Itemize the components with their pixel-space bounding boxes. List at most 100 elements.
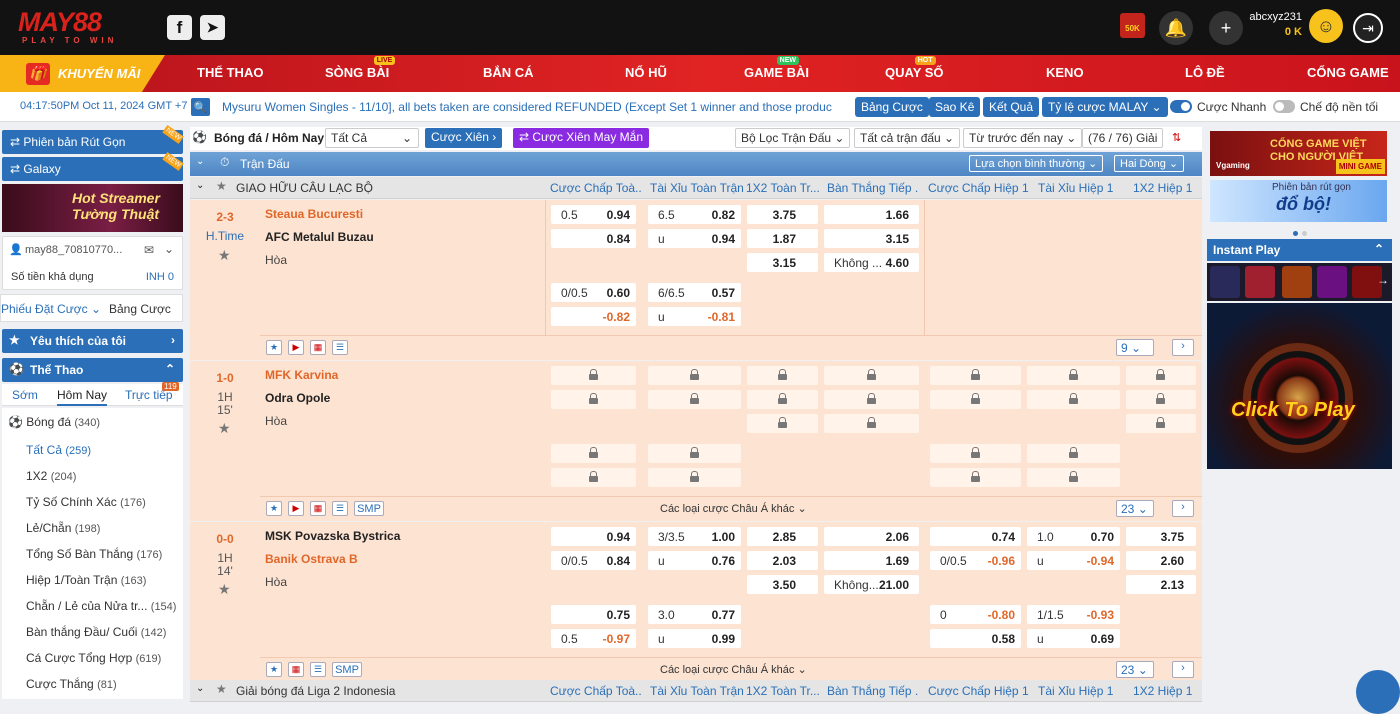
instant-play-header[interactable]: Instant Play ⌃ xyxy=(1207,239,1392,261)
nav-item-keno[interactable]: KENO xyxy=(1046,65,1084,80)
odds-cell[interactable]: 0.75 xyxy=(551,605,636,624)
star-icon[interactable]: ★ xyxy=(216,179,227,193)
odds-cell[interactable]: 0 -0.80 xyxy=(930,605,1021,624)
more-markets-select[interactable]: 23 ⌄ xyxy=(1116,500,1154,517)
list-item[interactable]: Tất Cả (259) xyxy=(26,443,91,457)
odds-cell[interactable]: u 0.94 xyxy=(648,229,741,248)
odds-cell[interactable]: 1.66 xyxy=(824,205,919,224)
carousel-dot[interactable] xyxy=(1302,231,1307,236)
sports-header[interactable]: ⚽ Thể Thao ⌃ xyxy=(2,358,183,382)
odds-cell[interactable]: Không ... 4.60 xyxy=(824,253,919,272)
galaxy-button[interactable]: ⇄ Galaxy NEW xyxy=(2,151,184,181)
game-thumb[interactable] xyxy=(1317,266,1347,298)
odds-type-select[interactable]: Tỷ lệ cược MALAY ⌄ xyxy=(1042,97,1168,117)
tab-early[interactable]: Sớm xyxy=(12,388,38,402)
lines-select[interactable]: Hai Dòng ⌄ xyxy=(1114,155,1185,172)
smp-button[interactable]: SMP xyxy=(354,501,384,516)
list-item[interactable]: Cá Cược Tổng Hợp (619) xyxy=(26,651,161,665)
play-icon[interactable]: ▶ xyxy=(288,340,304,355)
nav-promo[interactable]: 🎁 KHUYẾN MÃI xyxy=(0,55,165,92)
odds-cell[interactable]: 6/6.5 0.57 xyxy=(648,283,741,302)
bell-icon[interactable]: 🔔 xyxy=(1159,11,1193,45)
sort-icon[interactable]: ⇅ xyxy=(1172,131,1181,144)
stats-icon[interactable]: ☰ xyxy=(332,501,348,516)
odds-cell[interactable]: 2.03 xyxy=(747,551,818,570)
nav-item-game-bai[interactable]: GAME BÀI NEW xyxy=(744,56,809,80)
search-icon[interactable]: 🔍 xyxy=(191,98,210,116)
vgaming-banner[interactable]: Vgaming CỔNG GAME VIỆT CHO NGƯỜI VIỆT MI… xyxy=(1210,131,1387,176)
dark-mode-toggle[interactable] xyxy=(1273,100,1295,113)
odds-cell[interactable]: 3/3.5 1.00 xyxy=(648,527,741,546)
odds-cell[interactable]: 0.5 0.94 xyxy=(551,205,636,224)
sport-football[interactable]: ⚽ Bóng đá (340) xyxy=(8,415,100,429)
lucky-parlay-button[interactable]: ⇄ Cược Xiên May Mắn xyxy=(513,128,649,148)
user-info[interactable]: abcxyz231 0 K xyxy=(1236,10,1302,40)
list-item[interactable]: Tổng Số Bàn Thắng (176) xyxy=(26,547,162,561)
star-icon[interactable]: ★ xyxy=(266,662,282,677)
odds-cell[interactable]: 3.50 xyxy=(747,575,818,594)
compact-version-button[interactable]: ⇄ Phiên bản Rút Gọn NEW xyxy=(2,124,184,154)
star-icon[interactable]: ★ xyxy=(218,247,231,264)
compact-version-banner[interactable]: Phiên bản rút gọn đổ bộ! xyxy=(1210,180,1387,222)
odds-cell[interactable]: 1.69 xyxy=(824,551,919,570)
star-icon[interactable]: ★ xyxy=(218,420,231,437)
other-asian-bets[interactable]: Các loại cược Châu Á khác ⌄ xyxy=(660,663,807,676)
nav-item-song-bai[interactable]: SÒNG BÀI LIVE xyxy=(325,56,396,80)
odds-cell[interactable]: 2.85 xyxy=(747,527,818,546)
avatar[interactable]: ☺ xyxy=(1309,9,1343,43)
logo[interactable]: MAY88 PLAY TO WIN xyxy=(18,8,138,45)
chevron-right-icon[interactable]: › xyxy=(1172,661,1194,678)
odds-cell[interactable]: 3.15 xyxy=(747,253,818,272)
carousel-dots[interactable] xyxy=(1291,225,1309,239)
more-markets-select[interactable]: 9 ⌄ xyxy=(1116,339,1154,356)
smp-button[interactable]: SMP xyxy=(332,662,362,677)
odds-cell[interactable]: 0.58 xyxy=(930,629,1021,648)
market-select[interactable]: Tất Cả ⌄ xyxy=(325,128,419,148)
play-icon[interactable]: ▶ xyxy=(288,501,304,516)
odds-cell[interactable]: 6.5 0.82 xyxy=(648,205,741,224)
results-button[interactable]: Kết Quả xyxy=(983,97,1040,117)
game-thumb[interactable] xyxy=(1210,266,1240,298)
odds-cell[interactable]: 0.5 -0.97 xyxy=(551,629,636,648)
game-thumb[interactable] xyxy=(1245,266,1275,298)
nav-item-the-thao[interactable]: THỂ THAO xyxy=(197,65,263,80)
chevron-down-icon[interactable]: ⌄ xyxy=(164,242,174,256)
odds-cell[interactable]: Không... 21.00 xyxy=(824,575,919,594)
odds-cell[interactable]: u 0.99 xyxy=(648,629,741,648)
all-matches-select[interactable]: Tất cả trận đấu ⌄ xyxy=(854,128,961,148)
other-asian-bets[interactable]: Các loại cược Châu Á khác ⌄ xyxy=(660,502,807,515)
nav-item-ban-ca[interactable]: BẮN CÁ xyxy=(483,65,534,80)
nav-item-no-hu[interactable]: NỔ HŨ xyxy=(625,65,667,80)
odds-cell[interactable]: 2.13 xyxy=(1126,575,1196,594)
odds-cell[interactable]: 3.0 0.77 xyxy=(648,605,741,624)
odds-cell[interactable]: 2.60 xyxy=(1126,551,1196,570)
star-icon[interactable]: ★ xyxy=(218,581,231,598)
star-icon[interactable]: ★ xyxy=(216,682,227,696)
stats-icon[interactable]: ☰ xyxy=(332,340,348,355)
carousel-dot[interactable] xyxy=(1293,231,1298,236)
mail-icon[interactable]: ✉ xyxy=(144,243,154,257)
arrow-right-icon[interactable]: → xyxy=(1377,273,1389,287)
odds-cell[interactable]: 0/0.5 0.84 xyxy=(551,551,636,570)
chevron-right-icon[interactable]: › xyxy=(1172,500,1194,517)
list-item[interactable]: 1X2 (204) xyxy=(26,469,76,483)
announcement[interactable]: Mysuru Women Singles - 11/10], all bets … xyxy=(222,100,832,114)
odds-cell[interactable]: u -0.81 xyxy=(648,307,741,326)
list-item[interactable]: Hiệp 1/Toàn Trận (163) xyxy=(26,573,146,587)
list-item[interactable]: Chẵn / Lẻ của Nửa tr... (154) xyxy=(26,599,176,613)
star-icon[interactable]: ★ xyxy=(266,501,282,516)
roulette-banner[interactable]: Click To Play xyxy=(1207,303,1392,469)
league-count-select[interactable]: (76 / 76) Giải xyxy=(1082,128,1164,148)
odds-cell[interactable]: 0/0.5 0.60 xyxy=(551,283,636,302)
tab-bet-list[interactable]: Bảng Cược xyxy=(109,302,171,316)
odds-cell[interactable]: -0.82 xyxy=(551,307,636,326)
telegram-icon[interactable]: ➤ xyxy=(200,15,225,40)
chevron-down-icon[interactable]: ⌄ xyxy=(196,156,204,167)
statement-button[interactable]: Sao Kê xyxy=(929,97,981,117)
nav-item-cong-game[interactable]: CỔNG GAME xyxy=(1307,65,1389,80)
field-icon[interactable]: ▦ xyxy=(310,501,326,516)
tab-bet-slip[interactable]: Phiếu Đặt Cược ⌄ xyxy=(1,302,101,316)
quick-bet-toggle[interactable] xyxy=(1170,100,1192,113)
list-item[interactable]: Bàn thắng Đầu/ Cuối (142) xyxy=(26,625,166,639)
more-markets-select[interactable]: 23 ⌄ xyxy=(1116,661,1154,678)
